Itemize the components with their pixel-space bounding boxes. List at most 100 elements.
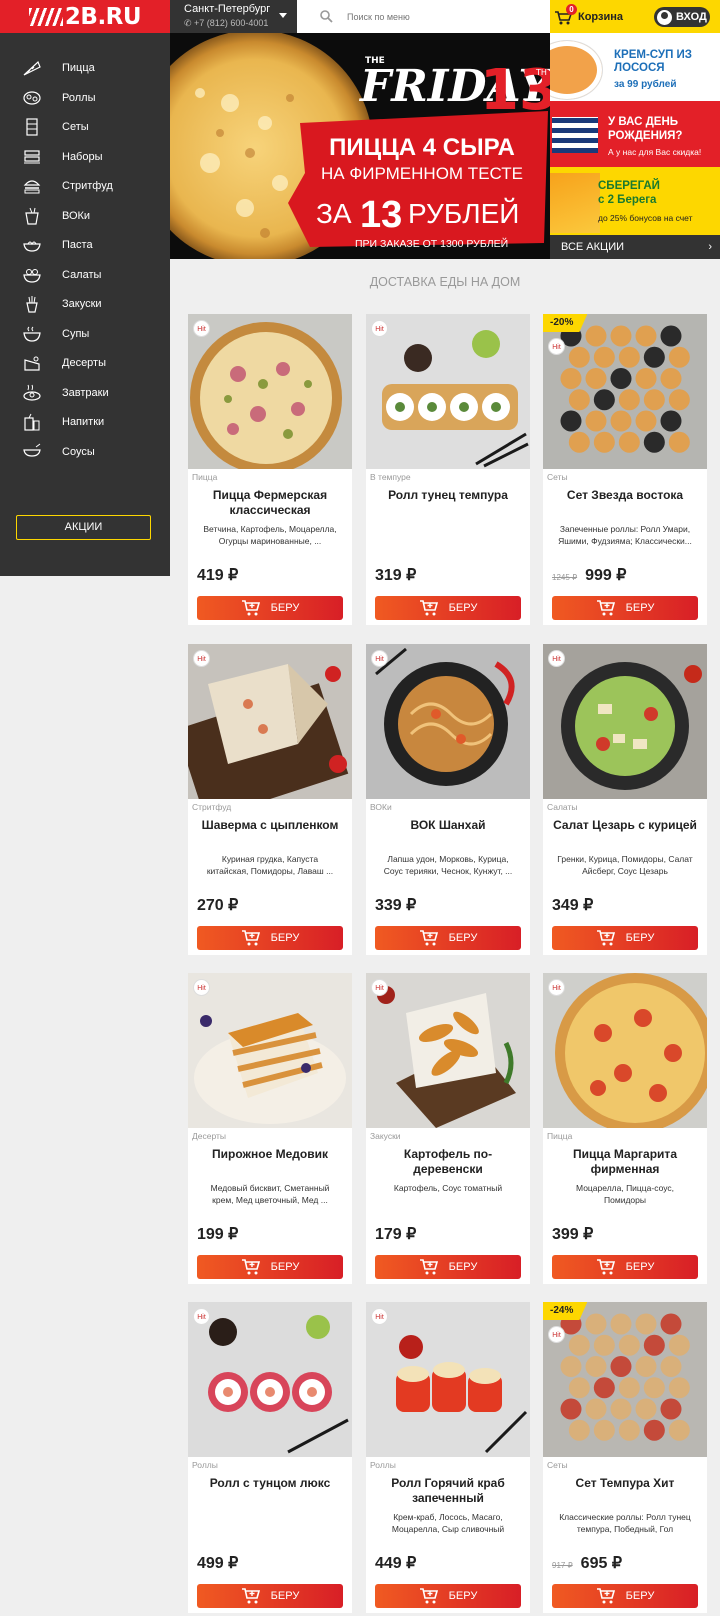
- all-actions-link[interactable]: ВСЕ АКЦИИ ›: [550, 235, 720, 259]
- search-input[interactable]: [347, 11, 527, 22]
- sidebar-item[interactable]: Паста: [0, 230, 170, 260]
- city-selector[interactable]: Санкт-Петербург ✆ +7 (812) 600-4001: [170, 0, 297, 33]
- buy-button[interactable]: БЕРУ: [375, 1255, 521, 1279]
- product-card[interactable]: Hit Роллы Ролл с тунцом люкс 499 ₽ БЕРУ: [188, 1302, 352, 1613]
- promo-birthday[interactable]: У ВАС ДЕНЬ РОЖДЕНИЯ? А у нас для Вас ски…: [550, 101, 720, 167]
- product-card[interactable]: -24% Hit Сеты Сет Темпура Хит Классические р…: [543, 1302, 707, 1613]
- buy-label: БЕРУ: [270, 1590, 300, 1602]
- salad-icon: [22, 266, 42, 284]
- product-card[interactable]: Hit Роллы Ролл Горячий краб запеченный Крем…: [366, 1302, 530, 1613]
- current-price: 199 ₽: [197, 1226, 239, 1243]
- product-card[interactable]: Hit Закуски Картофель по-деревенски Картофе…: [366, 973, 530, 1284]
- product-card[interactable]: Hit Пицца Пицца Маргарита фирменная Моцарел…: [543, 973, 707, 1284]
- sidebar-item[interactable]: Напитки: [0, 407, 170, 437]
- product-card[interactable]: Hit Десерты Пирожное Медовик Медовый бискви…: [188, 973, 352, 1284]
- sidebar-item[interactable]: Закуски: [0, 289, 170, 319]
- site-logo[interactable]: 2B.RU: [0, 0, 170, 33]
- buy-button[interactable]: БЕРУ: [375, 596, 521, 620]
- product-title[interactable]: Ролл Горячий краб запеченный: [372, 1476, 524, 1506]
- product-card[interactable]: -20% Hit Сеты Сет Звезда востока Запеченные …: [543, 314, 707, 625]
- cart-icon: [241, 1588, 260, 1604]
- sidebar-item[interactable]: Десерты: [0, 348, 170, 378]
- banner-note: ПРИ ЗАКАЗЕ ОТ 1300 РУБЛЕЙ: [355, 237, 508, 250]
- sidebar-item[interactable]: Наборы: [0, 142, 170, 172]
- product-photo[interactable]: [366, 314, 530, 469]
- product-photo[interactable]: [366, 644, 530, 799]
- product-photo[interactable]: [366, 973, 530, 1128]
- cart-button[interactable]: 0 Корзина ВХОД: [550, 0, 720, 33]
- city-name: Санкт-Петербург: [184, 3, 271, 15]
- buy-button[interactable]: БЕРУ: [552, 1255, 698, 1279]
- buy-button[interactable]: БЕРУ: [197, 596, 343, 620]
- buy-button[interactable]: БЕРУ: [197, 1584, 343, 1608]
- product-title[interactable]: Пицца Маргарита фирменная: [549, 1147, 701, 1177]
- product-photo[interactable]: [188, 314, 352, 469]
- product-title[interactable]: Сет Темпура Хит: [549, 1476, 701, 1491]
- product-title[interactable]: Пирожное Медовик: [194, 1147, 346, 1162]
- login-button[interactable]: ВХОД: [654, 7, 710, 27]
- product-title[interactable]: Картофель по-деревенски: [372, 1147, 524, 1177]
- sidebar-item[interactable]: ВОКи: [0, 201, 170, 231]
- product-card[interactable]: Hit Стритфуд Шаверма с цыпленком Куриная гр…: [188, 644, 352, 955]
- product-title[interactable]: Сет Звезда востока: [549, 488, 701, 503]
- product-category: Роллы: [192, 1460, 218, 1470]
- sidebar-item-label: Пицца: [62, 62, 95, 74]
- product-card[interactable]: Hit Пицца Пицца Фермерская классическая Вет…: [188, 314, 352, 625]
- promo-soup[interactable]: КРЕМ-СУП ИЗ ЛОСОСЯ за 99 рублей: [550, 33, 720, 101]
- phone-number[interactable]: ✆ +7 (812) 600-4001: [184, 18, 297, 29]
- sidebar-item[interactable]: Соусы: [0, 437, 170, 467]
- product-category: Стритфуд: [192, 802, 232, 812]
- cart-icon: 0: [554, 3, 577, 26]
- product-category: Десерты: [192, 1131, 227, 1141]
- product-photo[interactable]: [543, 973, 707, 1128]
- current-price: 999 ₽: [585, 567, 627, 584]
- sidebar-item[interactable]: Стритфуд: [0, 171, 170, 201]
- search-icon[interactable]: [320, 10, 333, 23]
- product-title[interactable]: Ролл с тунцом люкс: [194, 1476, 346, 1491]
- product-photo[interactable]: [543, 644, 707, 799]
- product-title[interactable]: Шаверма с цыпленком: [194, 818, 346, 833]
- buy-button[interactable]: БЕРУ: [375, 926, 521, 950]
- product-photo[interactable]: [188, 644, 352, 799]
- hero-banner[interactable]: THE FRIDAY 13 TH ПИЦЦА 4 СЫРА НА ФИРМЕНН…: [170, 33, 550, 259]
- product-photo[interactable]: [543, 1302, 707, 1457]
- fries-icon: [22, 295, 42, 313]
- product-card[interactable]: Hit ВОКи ВОК Шанхай Лапша удон, Морковь, Ку…: [366, 644, 530, 955]
- buy-label: БЕРУ: [448, 602, 478, 614]
- product-photo[interactable]: [366, 1302, 530, 1457]
- banner-th: TH: [535, 68, 547, 77]
- product-photo[interactable]: [543, 314, 707, 469]
- product-category: Салаты: [547, 802, 578, 812]
- product-photo[interactable]: [188, 1302, 352, 1457]
- buy-label: БЕРУ: [448, 932, 478, 944]
- all-actions-label: ВСЕ АКЦИИ: [561, 241, 625, 253]
- product-title[interactable]: Ролл тунец темпура: [372, 488, 524, 503]
- rolls-icon: [22, 89, 42, 107]
- product-title[interactable]: ВОК Шанхай: [372, 818, 524, 833]
- buy-button[interactable]: БЕРУ: [197, 926, 343, 950]
- sidebar-item[interactable]: Супы: [0, 319, 170, 349]
- sidebar-item[interactable]: Пицца: [0, 53, 170, 83]
- chevron-down-icon: [279, 13, 287, 18]
- search-bar: [310, 0, 550, 33]
- buy-button[interactable]: БЕРУ: [552, 596, 698, 620]
- promotions-button[interactable]: АКЦИИ: [16, 515, 151, 540]
- buy-button[interactable]: БЕРУ: [375, 1584, 521, 1608]
- buy-button[interactable]: БЕРУ: [552, 926, 698, 950]
- login-label: ВХОД: [676, 11, 707, 23]
- sidebar-item[interactable]: Сеты: [0, 112, 170, 142]
- hit-badge: Hit: [193, 979, 210, 996]
- sidebar-item[interactable]: Салаты: [0, 260, 170, 290]
- buy-button[interactable]: БЕРУ: [552, 1584, 698, 1608]
- category-sidebar: Пицца Роллы Сеты Наборы Стритфуд ВОКи Паста Сал…: [0, 33, 170, 576]
- product-description: [200, 1512, 340, 1535]
- product-title[interactable]: Пицца Фермерская классическая: [194, 488, 346, 518]
- product-card[interactable]: Hit Салаты Салат Цезарь с курицей Гренки, К…: [543, 644, 707, 955]
- buy-button[interactable]: БЕРУ: [197, 1255, 343, 1279]
- sidebar-item[interactable]: Завтраки: [0, 378, 170, 408]
- promo-bonus[interactable]: СБЕРЕГАЙ с 2 Берега до 25% бонусов на сч…: [550, 167, 720, 235]
- product-photo[interactable]: [188, 973, 352, 1128]
- product-card[interactable]: Hit В темпуре Ролл тунец темпура 319 ₽ БЕРУ: [366, 314, 530, 625]
- sidebar-item[interactable]: Роллы: [0, 83, 170, 113]
- product-title[interactable]: Салат Цезарь с курицей: [549, 818, 701, 833]
